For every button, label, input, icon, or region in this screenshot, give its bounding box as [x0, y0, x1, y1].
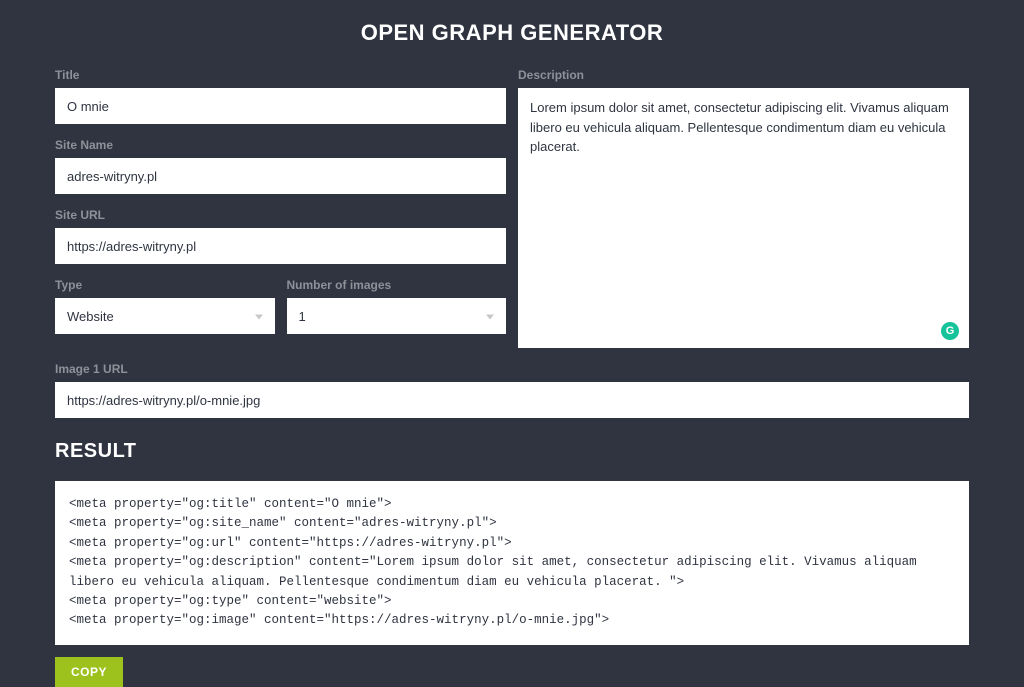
- numimages-select[interactable]: 1: [287, 298, 507, 334]
- copy-button[interactable]: COPY: [55, 657, 123, 687]
- siteurl-label: Site URL: [55, 208, 506, 222]
- title-label: Title: [55, 68, 506, 82]
- sitename-label: Site Name: [55, 138, 506, 152]
- grammarly-icon[interactable]: G: [941, 322, 959, 340]
- result-heading: RESULT: [55, 440, 969, 463]
- description-textarea[interactable]: [518, 88, 969, 348]
- siteurl-input[interactable]: [55, 228, 506, 264]
- image1-label: Image 1 URL: [55, 362, 969, 376]
- description-label: Description: [518, 68, 969, 82]
- image1-input[interactable]: [55, 382, 969, 418]
- numimages-label: Number of images: [287, 278, 507, 292]
- title-input[interactable]: [55, 88, 506, 124]
- page-title: OPEN GRAPH GENERATOR: [55, 20, 969, 46]
- sitename-input[interactable]: [55, 158, 506, 194]
- type-select[interactable]: Website: [55, 298, 275, 334]
- result-code[interactable]: <meta property="og:title" content="O mni…: [55, 481, 969, 645]
- type-label: Type: [55, 278, 275, 292]
